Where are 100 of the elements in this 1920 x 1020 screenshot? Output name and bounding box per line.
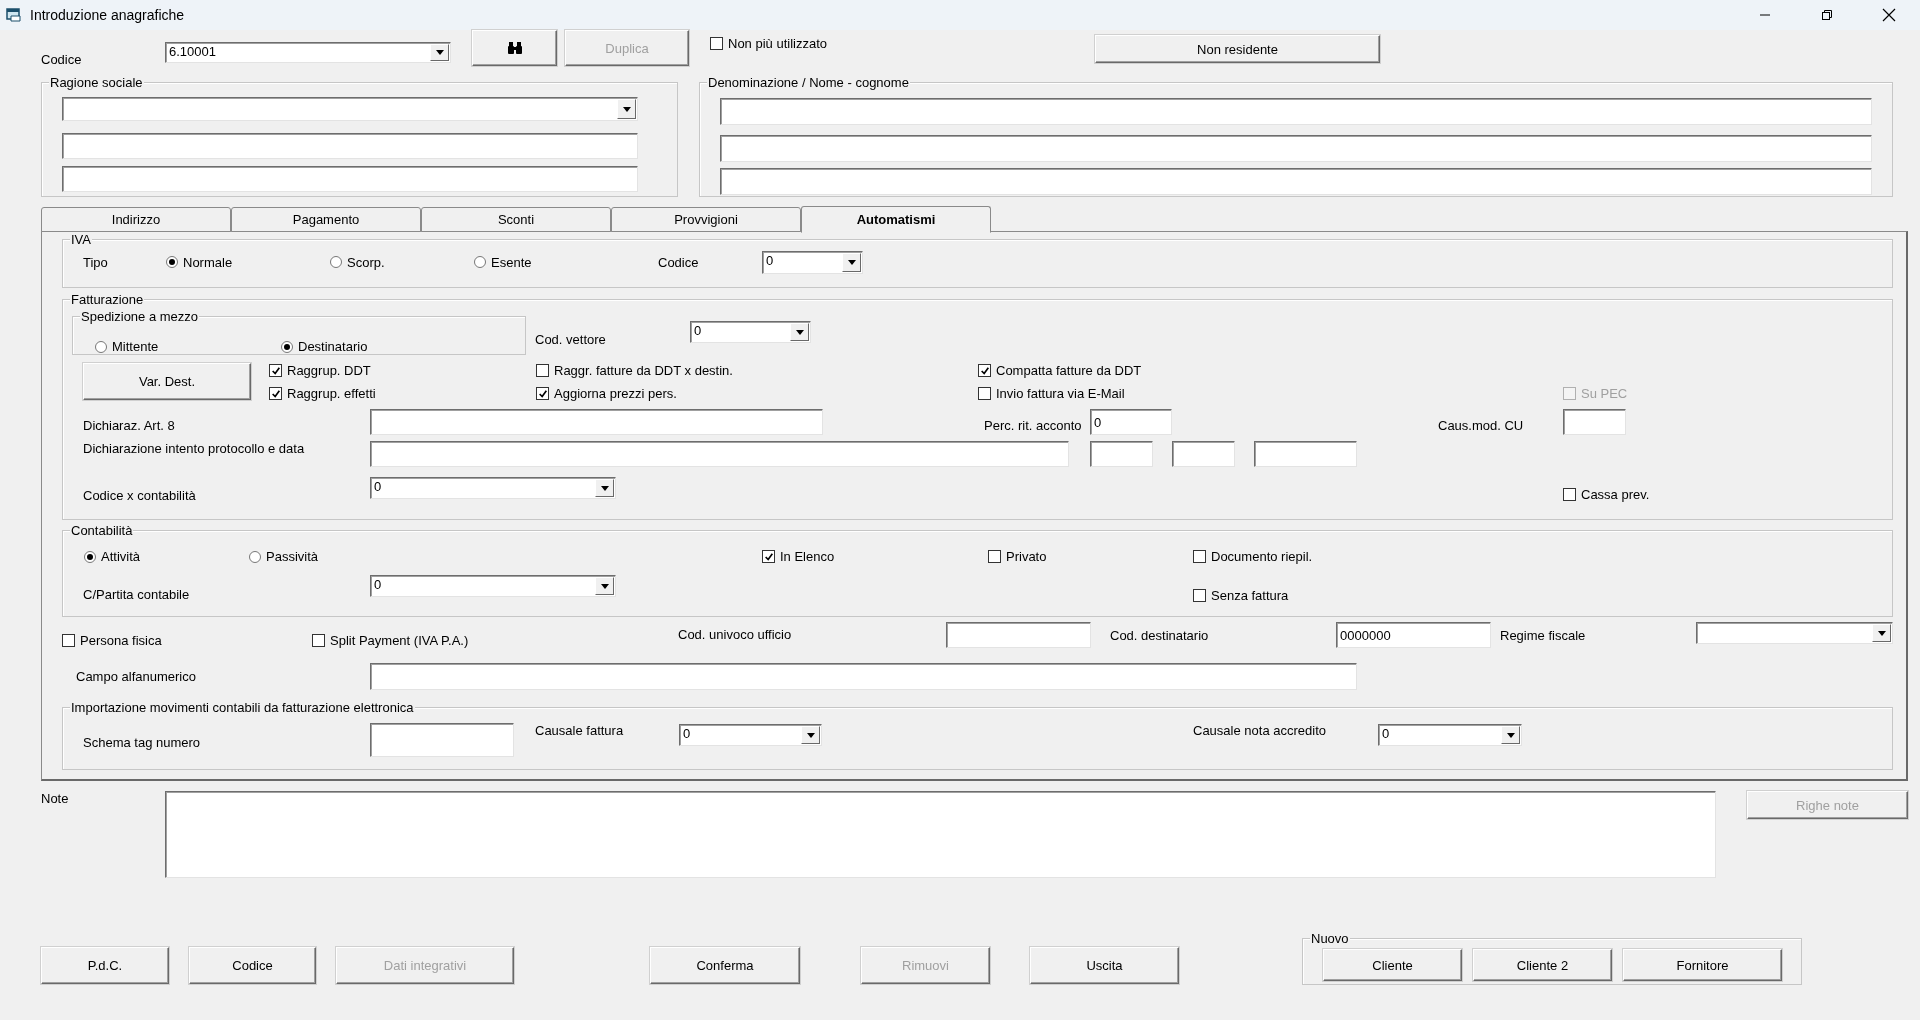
caret-icon bbox=[1877, 630, 1886, 636]
caret-icon bbox=[622, 106, 631, 112]
dropdown[interactable]: 0 bbox=[679, 724, 822, 746]
dropdown-button[interactable] bbox=[1872, 624, 1891, 642]
radio-button[interactable] bbox=[330, 256, 342, 268]
input-field[interactable] bbox=[1172, 441, 1235, 467]
checkbox-label: Aggiorna prezzi pers. bbox=[554, 386, 677, 401]
non-resident-button[interactable]: Non residente bbox=[1095, 35, 1380, 63]
input-field[interactable] bbox=[1090, 441, 1153, 467]
checkbox[interactable] bbox=[536, 364, 549, 377]
dropdown[interactable]: 0 bbox=[1378, 724, 1522, 746]
dropdown[interactable]: 6.10001 bbox=[165, 42, 451, 63]
dropdown-button[interactable] bbox=[790, 323, 809, 341]
action-button[interactable]: Conferma bbox=[650, 947, 800, 984]
dropdown[interactable] bbox=[1696, 622, 1893, 644]
checkbox-label: In Elenco bbox=[780, 549, 835, 564]
radio-button[interactable] bbox=[249, 550, 261, 563]
restore-icon bbox=[1821, 9, 1833, 21]
input-field[interactable] bbox=[370, 663, 1357, 690]
checkbox-label: Persona fisica bbox=[80, 633, 162, 648]
checkbox[interactable] bbox=[269, 387, 282, 400]
field-label: Codice x contabilità bbox=[83, 488, 196, 503]
tab[interactable]: Provvigioni bbox=[611, 207, 801, 232]
tab[interactable]: Indirizzo bbox=[41, 207, 231, 232]
dropdown[interactable]: 0 bbox=[370, 477, 616, 499]
field-label: Note bbox=[41, 791, 69, 806]
input-field[interactable] bbox=[720, 168, 1872, 195]
radio-label: Destinatario bbox=[298, 339, 368, 354]
input-field[interactable]: 0 bbox=[1090, 409, 1172, 435]
group-title: Ragione sociale bbox=[49, 75, 144, 90]
checkbox-label: Su PEC bbox=[1581, 386, 1628, 401]
dropdown-button[interactable] bbox=[430, 44, 449, 61]
checkbox[interactable] bbox=[988, 550, 1001, 563]
input-field[interactable] bbox=[720, 98, 1872, 125]
new-record-button[interactable]: Cliente bbox=[1323, 949, 1462, 981]
dropdown-button[interactable] bbox=[595, 577, 614, 595]
checkbox[interactable] bbox=[762, 550, 775, 563]
radio-button[interactable] bbox=[95, 340, 107, 353]
input-field[interactable] bbox=[370, 441, 1069, 467]
radio-button[interactable] bbox=[474, 256, 486, 268]
input-field[interactable]: 0000000 bbox=[1336, 622, 1491, 648]
close-icon bbox=[1882, 8, 1896, 22]
field-label: Dichiaraz. Art. 8 bbox=[83, 418, 175, 433]
var-dest-button[interactable]: Var. Dest. bbox=[83, 363, 251, 400]
radio-button[interactable] bbox=[84, 550, 96, 563]
dropdown[interactable]: 0 bbox=[690, 321, 811, 343]
checkbox[interactable] bbox=[978, 387, 991, 400]
checkbox[interactable] bbox=[1193, 589, 1206, 602]
radio-button[interactable] bbox=[166, 256, 178, 268]
action-button[interactable]: Codice bbox=[189, 947, 316, 984]
group-title: Contabilità bbox=[70, 523, 134, 538]
tab[interactable]: Sconti bbox=[421, 207, 611, 232]
checkbox-label: Compatta fatture da DDT bbox=[996, 363, 1142, 378]
input-field[interactable] bbox=[370, 409, 823, 435]
field-label: Codice bbox=[658, 254, 699, 270]
input-field[interactable] bbox=[1563, 409, 1626, 435]
field-label: Tipo bbox=[83, 254, 108, 270]
dropdown[interactable]: 0 bbox=[762, 250, 863, 274]
input-field[interactable] bbox=[62, 133, 638, 159]
dropdown-button[interactable] bbox=[801, 726, 820, 744]
field-label: Cod. univoco ufficio bbox=[678, 627, 792, 642]
checkbox[interactable] bbox=[312, 634, 325, 647]
group-title: Denominazione / Nome - cognome bbox=[707, 75, 910, 90]
input-field[interactable] bbox=[62, 166, 638, 192]
input-field[interactable] bbox=[1254, 441, 1357, 467]
new-record-button[interactable]: Cliente 2 bbox=[1473, 949, 1612, 981]
search-button[interactable] bbox=[472, 30, 557, 66]
caret-icon bbox=[600, 485, 609, 491]
checkbox[interactable] bbox=[62, 634, 75, 647]
checkbox[interactable] bbox=[269, 364, 282, 377]
action-button[interactable]: P.d.C. bbox=[41, 947, 169, 984]
input-field[interactable] bbox=[720, 135, 1872, 162]
action-button[interactable]: Uscita bbox=[1030, 947, 1179, 984]
field-label: Cod. destinatario bbox=[1110, 628, 1209, 643]
radio-button[interactable] bbox=[281, 340, 293, 353]
group-title: IVA bbox=[70, 232, 92, 247]
dropdown-button[interactable] bbox=[617, 99, 636, 119]
dropdown-button[interactable] bbox=[595, 479, 614, 497]
input-field[interactable] bbox=[370, 723, 514, 757]
field-label: Caus.mod. CU bbox=[1438, 418, 1524, 433]
dropdown[interactable]: 0 bbox=[370, 575, 616, 597]
dropdown-button[interactable] bbox=[842, 252, 861, 272]
checkbox[interactable] bbox=[710, 37, 723, 50]
tab[interactable]: Automatismi bbox=[801, 206, 991, 233]
field-label: Campo alfanumerico bbox=[76, 669, 196, 684]
caret-icon bbox=[435, 50, 444, 55]
dropdown[interactable] bbox=[62, 97, 638, 121]
radio-label: Mittente bbox=[112, 339, 159, 354]
caret-icon bbox=[847, 259, 856, 265]
checkbox-label: Documento riepil. bbox=[1211, 549, 1313, 564]
checkbox[interactable] bbox=[1193, 550, 1206, 563]
notes-field[interactable] bbox=[165, 791, 1716, 878]
new-record-button[interactable]: Fornitore bbox=[1623, 949, 1782, 981]
checkbox[interactable] bbox=[1563, 488, 1576, 501]
tab[interactable]: Pagamento bbox=[231, 207, 421, 232]
binoculars-icon bbox=[506, 42, 523, 54]
checkbox[interactable] bbox=[978, 364, 991, 377]
input-field[interactable] bbox=[946, 622, 1091, 648]
dropdown-button[interactable] bbox=[1501, 726, 1520, 744]
checkbox[interactable] bbox=[536, 387, 549, 400]
